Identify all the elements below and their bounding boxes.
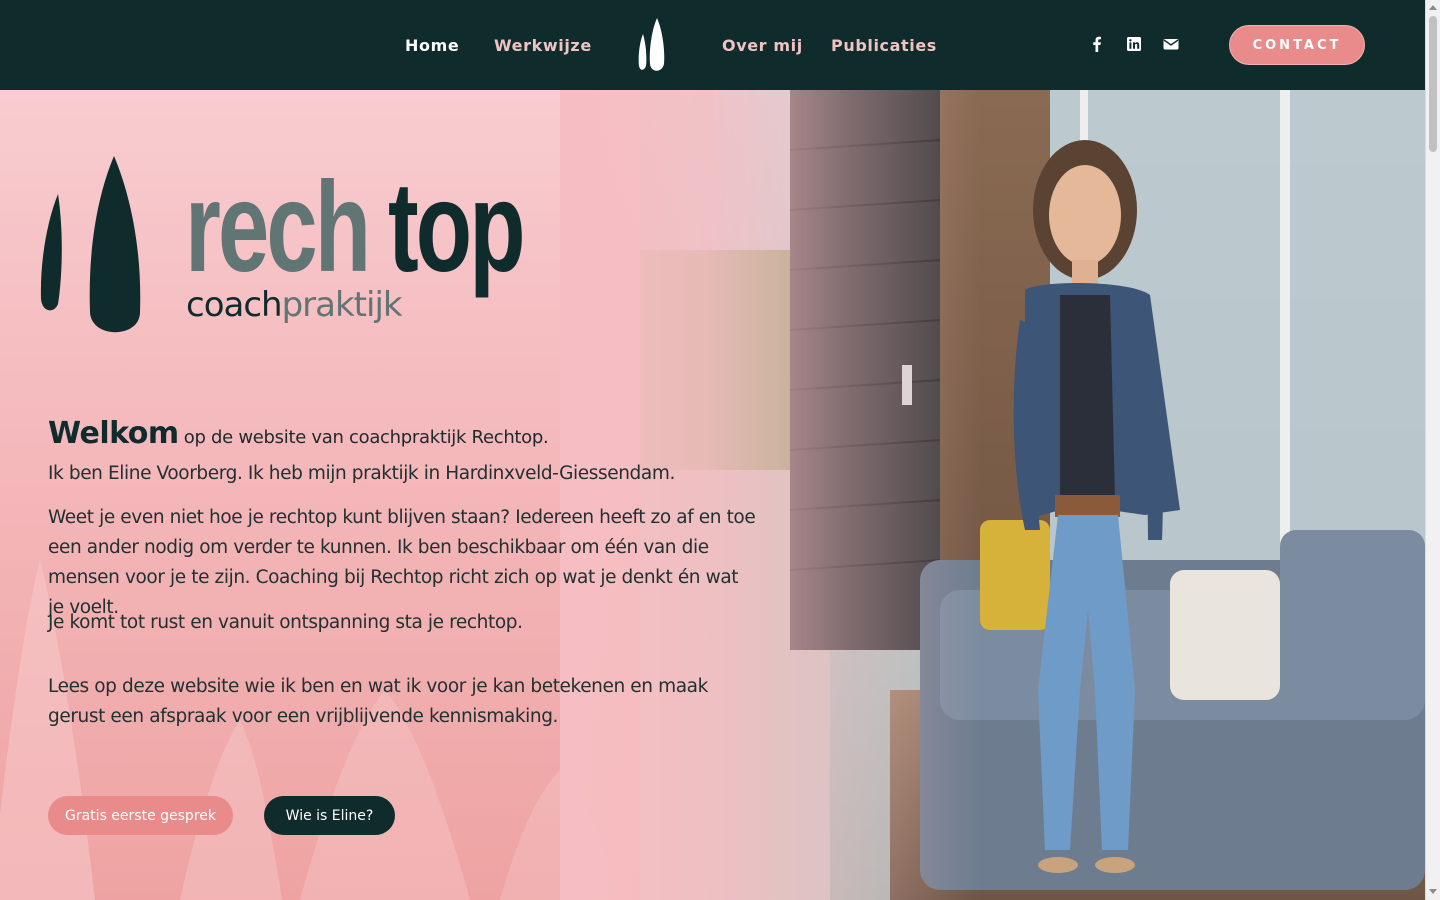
- brand-word-top: top: [388, 156, 526, 299]
- nav-werkwijze-link[interactable]: Werkwijze: [494, 36, 592, 55]
- contact-button[interactable]: CONTACT: [1229, 25, 1365, 65]
- nav-over-mij-link[interactable]: Over mij: [722, 36, 803, 55]
- rechtop-logo-icon: [40, 156, 141, 333]
- scroll-down-arrow-icon[interactable]: [1429, 889, 1437, 894]
- page-scrollbar[interactable]: [1425, 0, 1440, 900]
- photo-fade-overlay: [560, 90, 980, 900]
- free-first-session-button[interactable]: Gratis eerste gesprek: [48, 796, 233, 835]
- brand-word-rech: rech: [185, 156, 371, 299]
- who-is-eline-button[interactable]: Wie is Eline?: [264, 796, 395, 835]
- paragraph-rust: Je komt tot rust en vanuit ontspanning s…: [48, 612, 523, 633]
- paragraph-afspraak: Lees op deze website wie ik ben en wat i…: [48, 676, 708, 727]
- nav-publicaties-link[interactable]: Publicaties: [831, 36, 937, 55]
- paragraph-coaching: Weet je even niet hoe je rechtop kunt bl…: [48, 507, 756, 618]
- scroll-thumb[interactable]: [1429, 16, 1437, 152]
- rechtop-trees-icon[interactable]: [636, 16, 672, 74]
- intro-text: Ik ben Eline Voorberg. Ik heb mijn prakt…: [48, 463, 675, 484]
- brand-sub-praktijk: praktijk: [281, 285, 403, 325]
- brand-sub-coach: coach: [186, 285, 283, 325]
- facebook-icon[interactable]: [1089, 36, 1105, 52]
- scroll-up-arrow-icon[interactable]: [1429, 5, 1437, 10]
- site-header: Home Werkwijze Over mij Publicaties CONT…: [0, 0, 1425, 90]
- welcome-bold: Welkom: [48, 416, 179, 451]
- brand-subtitle: coachpraktijk: [186, 285, 403, 325]
- mail-icon[interactable]: [1163, 36, 1179, 52]
- welcome-heading: Welkom op de website van coachpraktijk R…: [48, 416, 549, 451]
- hero-section: rech top coachpraktijk Welkom op de webs…: [0, 90, 1425, 900]
- nav-home-link[interactable]: Home: [405, 36, 459, 55]
- linkedin-icon[interactable]: [1126, 36, 1142, 52]
- welcome-rest: op de website van coachpraktijk Rechtop.: [183, 427, 549, 448]
